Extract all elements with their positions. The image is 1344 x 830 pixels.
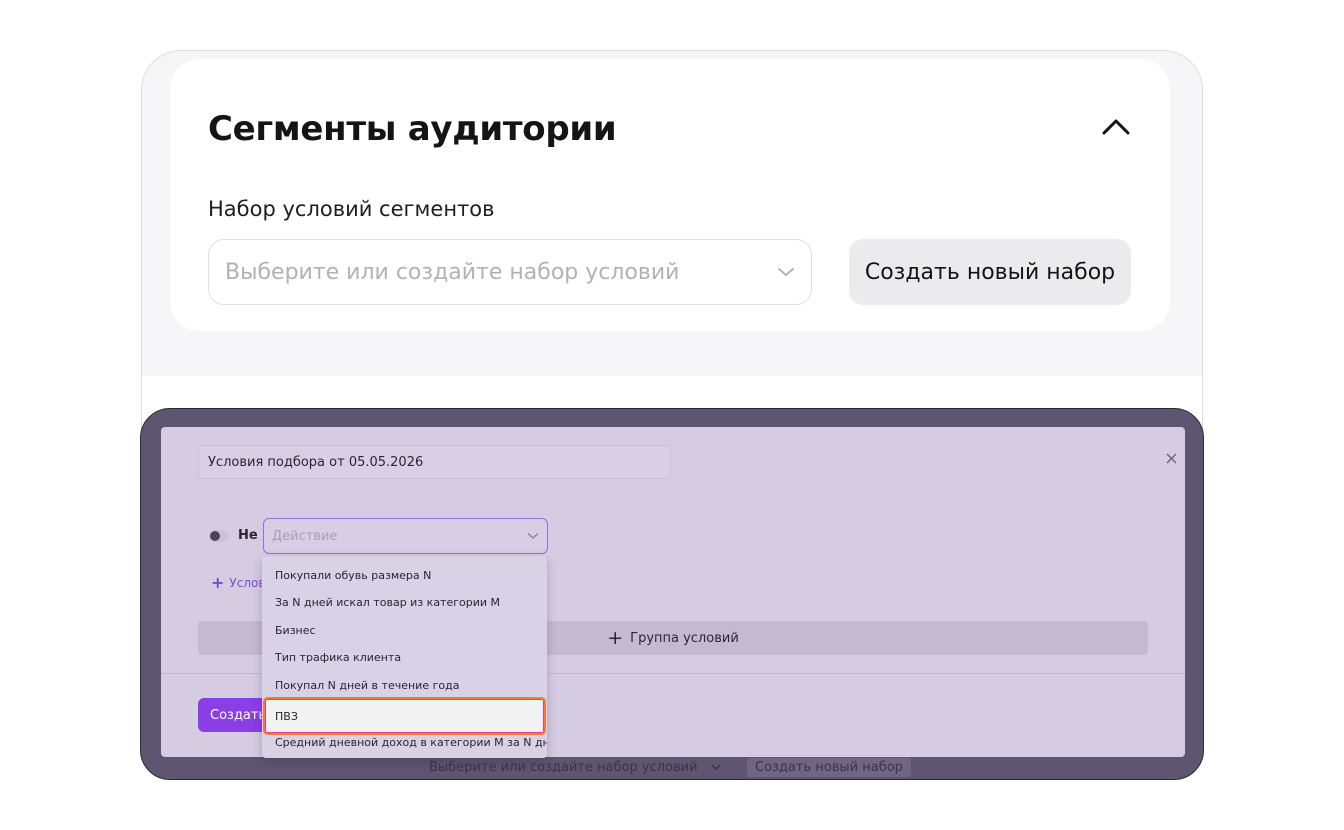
not-label: Не (238, 528, 258, 543)
dropdown-item[interactable]: За N дней искал товар из категории M (262, 589, 547, 616)
action-select[interactable]: Действие (263, 518, 548, 554)
plus-icon: + (607, 626, 624, 649)
group-button-label: Группа условий (630, 630, 739, 646)
chevron-down-icon (778, 268, 794, 276)
close-icon (1165, 452, 1177, 464)
not-toggle[interactable] (209, 530, 229, 542)
segments-panel: Сегменты аудитории Набор условий сегмент… (170, 59, 1170, 331)
dropdown-item[interactable]: Тип трафика клиента (262, 644, 547, 671)
collapse-toggle[interactable] (1096, 107, 1136, 147)
section-title: Сегменты аудитории (208, 109, 617, 149)
select-placeholder: Выберите или создайте набор условий (225, 259, 680, 285)
create-button[interactable]: Создать (198, 698, 270, 732)
action-dropdown: Покупали обувь размера N За N дней искал… (262, 556, 547, 758)
background-chevron-down-icon (711, 764, 721, 770)
field-label: Набор условий сегментов (208, 197, 495, 221)
chevron-up-icon (1102, 119, 1130, 135)
background-create-set-button: Создать новый набор (747, 758, 911, 777)
create-set-button[interactable]: Создать новый набор (849, 239, 1131, 305)
dropdown-item[interactable]: Покупали обувь размера N (262, 562, 547, 589)
close-button[interactable] (1162, 449, 1180, 467)
chevron-down-icon (527, 533, 539, 539)
dropdown-item[interactable]: Бизнес (262, 617, 547, 644)
action-placeholder: Действие (272, 528, 338, 544)
condition-set-name-input[interactable] (198, 445, 671, 479)
dropdown-item[interactable]: Покупал N дней в течение года (262, 672, 547, 699)
background-select-placeholder: Выберите или создайте набор условий (429, 760, 698, 775)
plus-icon: + (211, 573, 225, 592)
condition-set-select[interactable]: Выберите или создайте набор условий (208, 239, 812, 305)
dropdown-item[interactable]: Средний дневной доход в категории M за N… (262, 729, 547, 756)
